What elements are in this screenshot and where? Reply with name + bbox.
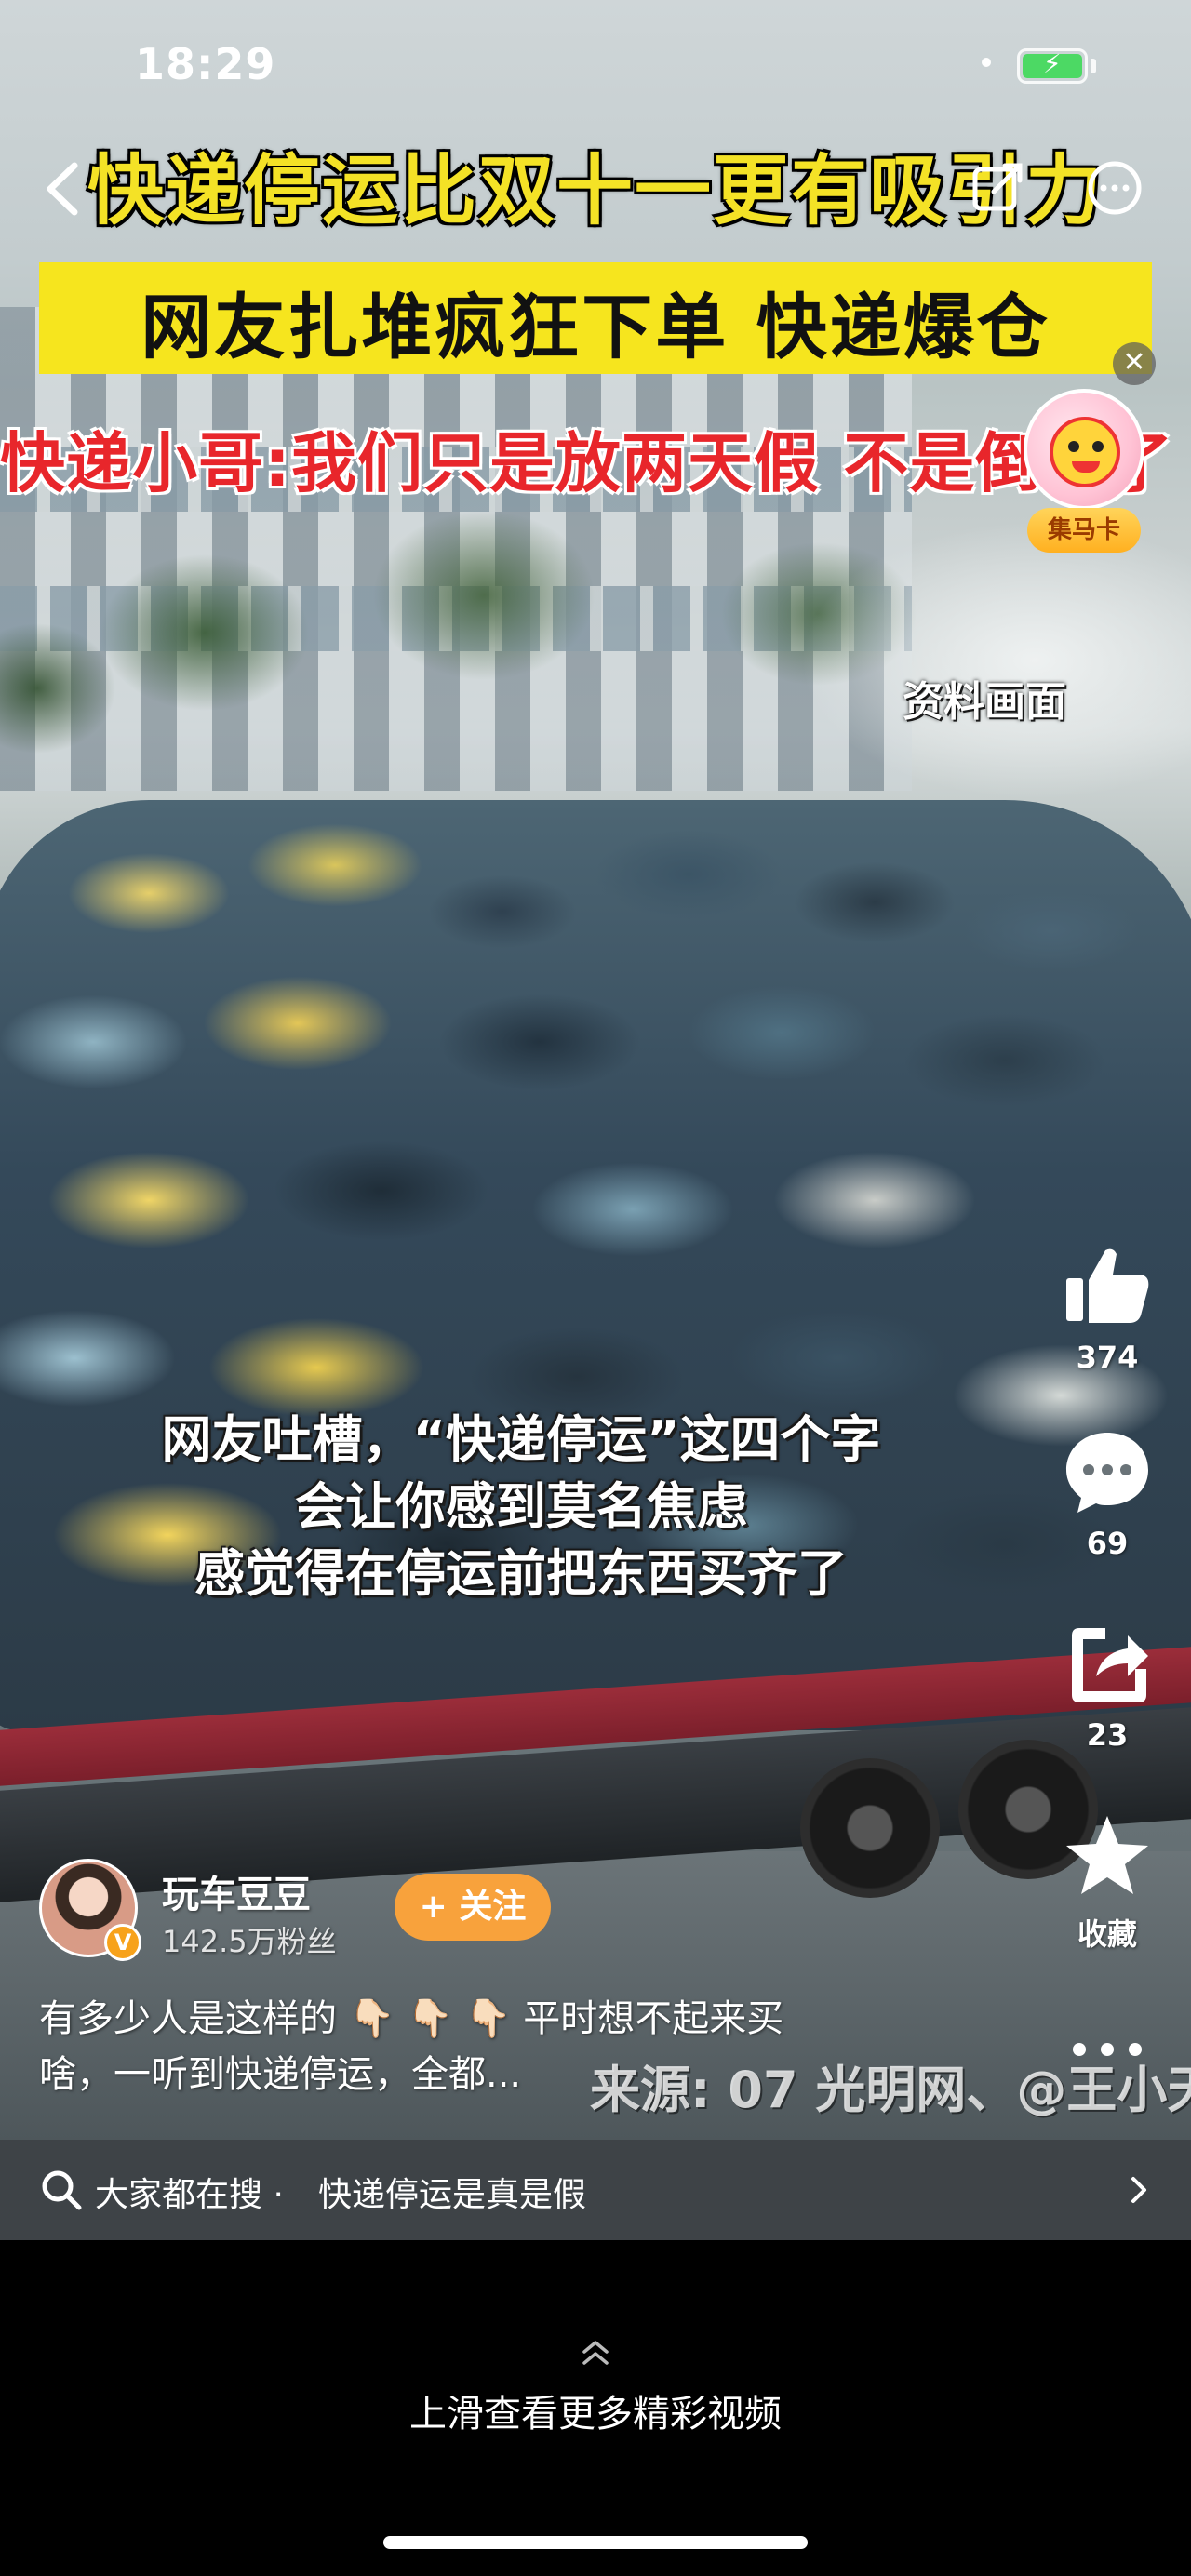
video-subtitle: 网友吐槽，“快递停运”这四个字 会让你感到莫名焦虑 感觉得在停运前把东西买齐了 — [56, 1407, 986, 1608]
description-line: 有多少人是这样的 👇🏻 👇🏻 👇🏻 平时想不起来买 — [39, 1997, 784, 2040]
description-line: 啥，一听到快递停运，全都... — [39, 2053, 522, 2096]
video-bg-sky — [800, 521, 1191, 800]
like-button[interactable]: 374 — [1051, 1237, 1163, 1375]
verified-badge-icon: V — [104, 1924, 141, 1961]
search-icon — [42, 2170, 82, 2210]
home-indicator[interactable] — [383, 2536, 808, 2549]
battery-icon — [1017, 48, 1088, 84]
more-icon — [1088, 161, 1142, 215]
comment-bubble-icon — [1066, 1433, 1148, 1513]
video-headline-3: 快递小哥:我们只是放两天假 不是倒闭了 — [0, 425, 1174, 501]
subtitle-line: 会让你感到莫名焦虑 — [295, 1477, 747, 1536]
top-more-button[interactable] — [1085, 158, 1144, 218]
back-button[interactable] — [35, 156, 91, 221]
search-query: 快递停运是真是假 — [318, 2176, 587, 2214]
badge-label: 集马卡 — [1027, 508, 1141, 553]
collect-card-badge[interactable]: 集马卡 — [1014, 389, 1154, 554]
video-source-tag: 资料画面 — [903, 678, 1066, 726]
double-chevron-up-icon — [582, 2341, 609, 2365]
star-icon — [1066, 1816, 1148, 1894]
mascot-icon — [1050, 417, 1120, 487]
share-button[interactable]: 23 — [1051, 1615, 1163, 1753]
battery-tip — [1091, 59, 1096, 73]
author-name[interactable]: 玩车豆豆 — [162, 1864, 311, 1918]
subtitle-line: 网友吐槽，“快递停运”这四个字 — [161, 1410, 881, 1469]
favorite-button[interactable]: 收藏 — [1051, 1809, 1163, 1954]
more-button[interactable] — [1066, 2035, 1148, 2063]
comment-count: 69 — [1086, 1526, 1129, 1561]
status-time: 18:29 — [135, 39, 276, 89]
more-dots-icon — [1073, 2043, 1142, 2056]
video-headline-2: 网友扎堆疯狂下单 快递爆仓 — [141, 286, 1050, 368]
share-count: 23 — [1086, 1717, 1129, 1753]
top-share-button[interactable] — [968, 158, 1027, 218]
screen: 快递停运比双十一更有吸引力 网友扎堆疯狂下单 快递爆仓 快递小哥:我们只是放两天… — [0, 0, 1191, 2576]
related-search-bar[interactable]: 大家都在搜 · 快递停运是真是假 — [0, 2140, 1191, 2240]
chevron-right-icon — [1131, 2177, 1146, 2203]
author-fans-count: 142.5万粉丝 — [162, 1924, 337, 1959]
video-player[interactable]: 快递停运比双十一更有吸引力 网友扎堆疯狂下单 快递爆仓 快递小哥:我们只是放两天… — [0, 0, 1191, 2140]
follow-button[interactable]: + 关注 — [395, 1874, 551, 1941]
badge-close-icon[interactable]: ✕ — [1113, 342, 1156, 385]
video-description[interactable]: 有多少人是这样的 👇🏻 👇🏻 👇🏻 平时想不起来买 啥，一听到快递停运，全都..… — [39, 1991, 877, 2102]
share-icon — [972, 163, 1023, 211]
status-indicator-dot — [982, 58, 991, 67]
share-arrow-icon — [1072, 1628, 1148, 1702]
battery-charging-fill — [1023, 48, 1082, 79]
subtitle-line: 感觉得在停运前把东西买齐了 — [194, 1544, 848, 1603]
comment-button[interactable]: 69 — [1051, 1423, 1163, 1561]
chevron-left-icon — [47, 162, 78, 216]
like-count: 374 — [1076, 1340, 1139, 1375]
favorite-label: 收藏 — [1077, 1916, 1137, 1952]
swipe-up-hint[interactable]: 上滑查看更多精彩视频 — [0, 2383, 1191, 2437]
thumbs-up-icon — [1066, 1248, 1149, 1323]
truck-wheel — [800, 1758, 940, 1898]
search-prefix: 大家都在搜 · — [95, 2176, 284, 2214]
